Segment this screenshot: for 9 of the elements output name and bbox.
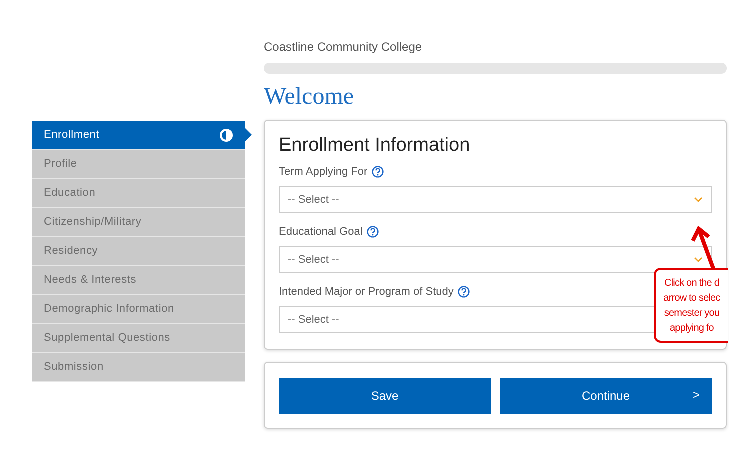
callout-text: Click on the d [664,276,720,290]
college-name: Coastline Community College [264,40,424,54]
field-label: Educational Goal [279,226,363,238]
callout-text: applying fo [670,322,714,336]
callout-text: arrow to selec [664,292,720,306]
page-heading: Welcome [264,84,356,112]
field-label: Intended Major or Program of Study [279,286,454,298]
field-label: Term Applying For [279,166,368,178]
section-title: Enrollment Information [279,135,472,157]
